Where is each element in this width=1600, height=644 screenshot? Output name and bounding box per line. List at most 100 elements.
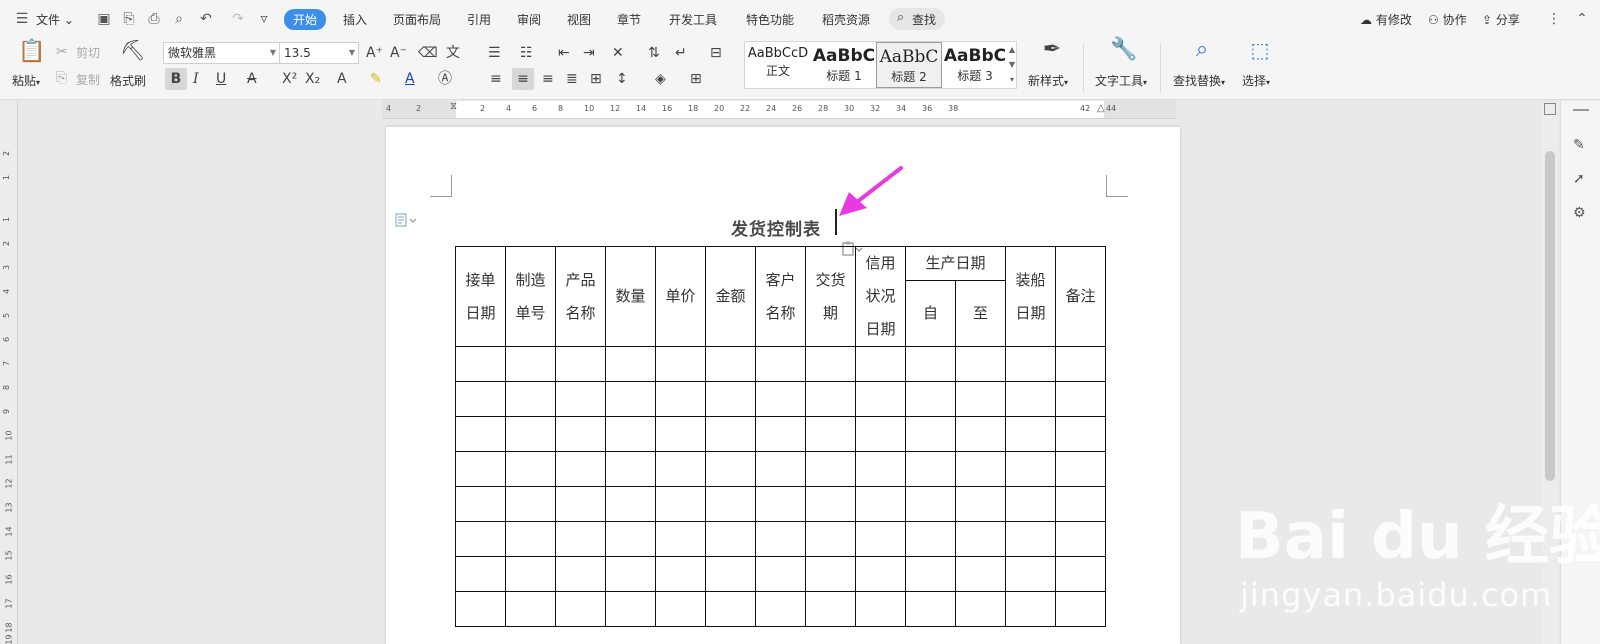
vertical-ruler[interactable]: 2 1 1 2 3 4 5 6 7 8 9 10 11 12 13 14 15 16 17 18 19 <box>0 101 18 644</box>
cut-button[interactable]: 剪切 <box>76 44 100 61</box>
table-cell[interactable] <box>955 451 1006 487</box>
table-cell[interactable] <box>455 521 506 557</box>
find-replace-icon[interactable]: ⌕ <box>1190 39 1214 61</box>
table-cell[interactable] <box>905 451 956 487</box>
decrease-indent-icon[interactable]: ⇤ <box>558 45 570 61</box>
table-cell[interactable] <box>855 591 906 627</box>
table-cell[interactable] <box>955 416 1006 452</box>
style-heading-1[interactable]: AaBbC 标题 1 <box>811 42 877 88</box>
table-cell[interactable] <box>505 346 556 382</box>
table-cell[interactable] <box>955 556 1006 592</box>
redo-icon[interactable]: ↷ <box>230 11 246 27</box>
print-preview-icon[interactable]: ⌕ <box>171 11 187 27</box>
table-cell[interactable] <box>705 556 756 592</box>
header-cell[interactable]: 制造 单号 <box>505 246 556 347</box>
table-cell[interactable] <box>1005 486 1056 522</box>
table-cell[interactable] <box>455 486 506 522</box>
table-cell[interactable] <box>555 486 606 522</box>
export-icon[interactable]: ⎘ <box>121 11 137 27</box>
tab-review[interactable]: 审阅 <box>517 11 541 28</box>
styles-scroll-icon[interactable]: ▲ ▼ ▾ <box>1007 42 1017 88</box>
table-cell[interactable] <box>705 451 756 487</box>
table-cell[interactable] <box>655 556 706 592</box>
table-cell[interactable] <box>455 556 506 592</box>
table-cell[interactable] <box>1055 416 1106 452</box>
table-cell[interactable] <box>455 416 506 452</box>
table-cell[interactable] <box>755 486 806 522</box>
font-color-icon[interactable]: A <box>405 71 415 87</box>
table-cell[interactable] <box>955 591 1006 627</box>
increase-indent-icon[interactable]: ⇥ <box>583 45 595 61</box>
distribute-icon[interactable]: ⊞ <box>590 71 602 87</box>
header-cell-sub[interactable]: 自 <box>905 280 956 347</box>
table-cell[interactable] <box>555 346 606 382</box>
table-cell[interactable] <box>505 381 556 417</box>
table-cell[interactable] <box>605 416 656 452</box>
select-icon[interactable]: ⬚ <box>1248 40 1272 60</box>
share-button[interactable]: ⇪ 分享 <box>1482 11 1520 28</box>
table-cell[interactable] <box>805 556 856 592</box>
hamburger-menu-icon[interactable]: ☰ <box>14 11 30 27</box>
table-cell[interactable] <box>655 521 706 557</box>
subscript-icon[interactable]: X₂ <box>305 71 320 87</box>
char-border-icon[interactable]: Ⓐ <box>438 71 452 87</box>
numbered-list-icon[interactable]: ☷ <box>520 45 533 61</box>
table-cell[interactable] <box>655 416 706 452</box>
more-options-icon[interactable]: ⋮ <box>1546 11 1562 27</box>
table-cell[interactable] <box>755 556 806 592</box>
table-cell[interactable] <box>455 381 506 417</box>
table-cell[interactable] <box>1055 591 1106 627</box>
table-cell[interactable] <box>655 451 706 487</box>
header-cell[interactable]: 交货期 <box>805 246 856 347</box>
table-cell[interactable] <box>505 416 556 452</box>
align-right-icon[interactable]: ≡ <box>542 71 554 87</box>
header-cell-sub[interactable]: 至 <box>955 280 1006 347</box>
horizontal-ruler[interactable]: ⧖ △ 4 2 2 4 6 8 10 12 14 16 18 20 22 24 26 28 30 32 34 36 38… <box>382 101 1176 119</box>
style-normal[interactable]: AaBbCcD 正文 <box>745 42 811 88</box>
scrollbar-thumb[interactable] <box>1545 151 1555 481</box>
table-cell[interactable] <box>505 556 556 592</box>
text-tools-button[interactable]: 文字工具▾ <box>1095 72 1147 89</box>
table-cell[interactable] <box>905 591 956 627</box>
table-cell[interactable] <box>705 381 756 417</box>
table-cell[interactable] <box>755 591 806 627</box>
bold-icon[interactable]: B <box>165 68 187 90</box>
header-cell[interactable]: 单价 <box>655 246 706 347</box>
clear-format-icon[interactable]: ⌫ <box>418 45 438 61</box>
header-cell[interactable]: 金额 <box>705 246 756 347</box>
italic-icon[interactable]: I <box>193 71 199 87</box>
table-cell[interactable] <box>455 451 506 487</box>
table-cell[interactable] <box>855 381 906 417</box>
tab-page-layout[interactable]: 页面布局 <box>393 11 441 28</box>
table-cell[interactable] <box>955 486 1006 522</box>
save-icon[interactable]: ▣ <box>96 11 112 27</box>
table-cell[interactable] <box>1005 556 1056 592</box>
superscript-icon[interactable]: X² <box>282 71 297 87</box>
table-cell[interactable] <box>805 381 856 417</box>
table-cell[interactable] <box>855 521 906 557</box>
table-cell[interactable] <box>855 556 906 592</box>
font-name-select[interactable]: 微软雅黑 ▼ <box>163 42 280 64</box>
table-cell[interactable] <box>555 556 606 592</box>
header-cell-group[interactable]: 生产日期 <box>905 246 1006 281</box>
wrench-icon[interactable]: 🔧 <box>1110 39 1137 61</box>
table-cell[interactable] <box>555 451 606 487</box>
table-cell[interactable] <box>805 591 856 627</box>
table-cell[interactable] <box>955 346 1006 382</box>
right-indent-marker-icon[interactable]: △ <box>1097 103 1105 114</box>
customize-quick-access-icon[interactable]: ▿ <box>256 11 272 27</box>
table-cell[interactable] <box>605 381 656 417</box>
table-cell[interactable] <box>855 416 906 452</box>
bullet-list-icon[interactable]: ☰ <box>488 45 501 61</box>
table-cell[interactable] <box>1005 346 1056 382</box>
print-icon[interactable]: ⎙ <box>146 11 162 27</box>
paragraph-layout-icon[interactable] <box>395 213 417 227</box>
tab-developer[interactable]: 开发工具 <box>669 11 717 28</box>
table-cell[interactable] <box>1005 591 1056 627</box>
show-marks-icon[interactable]: ↵ <box>675 45 687 61</box>
collapse-ribbon-icon[interactable]: ⌃ <box>1574 11 1590 27</box>
borders-icon[interactable]: ⊞ <box>690 71 702 87</box>
underline-icon[interactable]: U <box>216 71 226 87</box>
table-cell[interactable] <box>905 556 956 592</box>
tab-home[interactable]: 开始 <box>284 9 327 30</box>
